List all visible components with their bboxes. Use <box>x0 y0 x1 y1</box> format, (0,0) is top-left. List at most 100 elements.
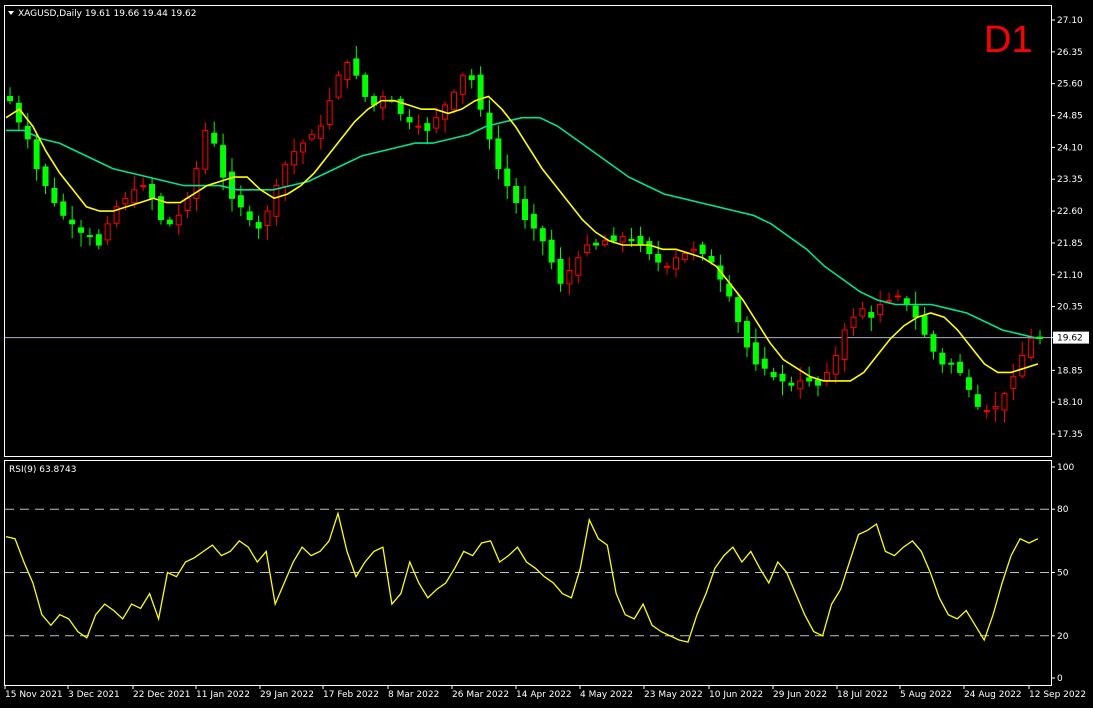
candle-body <box>362 74 369 97</box>
candle-body <box>610 235 617 242</box>
time-tick-label: 22 Dec 2021 <box>133 690 191 700</box>
candle-body <box>317 125 324 139</box>
candle-body <box>939 352 946 365</box>
candle-body <box>957 361 964 373</box>
candle-body <box>584 244 591 254</box>
candle-body <box>78 227 85 233</box>
candle-body <box>353 58 360 76</box>
candle-body <box>406 117 413 123</box>
candle-body <box>42 166 49 187</box>
candle-body <box>300 142 307 153</box>
candle-body <box>930 334 937 352</box>
candle-body <box>308 134 315 140</box>
rsi-indicator: 100 80 50 20 0 <box>5 463 1074 684</box>
candle-body <box>220 145 227 178</box>
time-tick-label: 15 Nov 2021 <box>5 690 63 700</box>
candle-body <box>237 195 244 208</box>
candle-body <box>619 236 626 243</box>
candle-body <box>859 308 866 317</box>
time-tick-label: 8 Mar 2022 <box>388 690 439 700</box>
candle-body <box>974 394 981 407</box>
candle-body <box>912 305 919 318</box>
candle-body <box>868 312 875 318</box>
candle-body <box>903 298 910 305</box>
time-axis: 15 Nov 2021 3 Dec 2021 22 Dec 2021 11 Jan 2… <box>4 685 1086 700</box>
candle-body <box>1019 354 1026 377</box>
candle-body <box>948 362 955 365</box>
time-tick-label: 4 May 2022 <box>580 690 633 700</box>
candle-body <box>1001 393 1008 411</box>
candle-body <box>246 211 253 221</box>
price-tick-label: 20.35 <box>1057 303 1083 313</box>
trading-chart[interactable]: 27.10 26.35 25.60 24.85 24.10 23.35 22.60 21.85… <box>0 0 1093 708</box>
price-tick-label: 24.10 <box>1057 143 1083 153</box>
candle-body <box>291 151 298 166</box>
candle-body <box>468 75 475 80</box>
candle-body <box>228 171 235 199</box>
candle-body <box>850 316 857 328</box>
candle-body <box>788 382 795 386</box>
candle-body <box>211 132 218 144</box>
slow-ma-line <box>6 116 1039 340</box>
candle-body <box>628 238 635 242</box>
candle-body <box>690 248 697 252</box>
price-tick-label: 18.85 <box>1057 366 1083 376</box>
candle-body <box>637 235 644 246</box>
rsi-tick-label: 80 <box>1057 505 1069 515</box>
candle-body <box>15 102 22 123</box>
candle-body <box>557 258 564 284</box>
candle-body <box>202 129 209 170</box>
time-tick-label: 17 Feb 2022 <box>323 690 379 700</box>
candle-body <box>539 228 546 242</box>
price-tick-label: 27.10 <box>1057 16 1083 26</box>
candle-body <box>131 189 138 204</box>
price-tick-label: 17.35 <box>1057 430 1083 440</box>
candle-body <box>477 74 484 110</box>
candles-series[interactable] <box>7 46 1043 423</box>
price-pane-frame <box>4 5 1052 457</box>
candle-body <box>1037 336 1043 339</box>
time-tick-label: 10 Jun 2022 <box>709 690 763 700</box>
time-tick-label: 3 Dec 2021 <box>68 690 120 700</box>
current-price-label: 19.62 <box>1057 334 1083 344</box>
candle-body <box>69 219 76 225</box>
rsi-tick-label: 0 <box>1057 674 1063 684</box>
candle-body <box>33 139 40 170</box>
menu-triangle-icon[interactable] <box>8 11 14 15</box>
candle-body <box>495 138 502 170</box>
candle-body <box>770 372 777 378</box>
candle-body <box>184 197 191 211</box>
candle-body <box>140 185 147 188</box>
candle-body <box>264 210 271 227</box>
candle-body <box>175 214 182 226</box>
candle-body <box>513 185 520 204</box>
candle-body <box>815 379 822 386</box>
rsi-tick-label: 50 <box>1057 569 1069 579</box>
candle-body <box>779 373 786 382</box>
rsi-label: RSI(9) 63.8743 <box>9 465 76 475</box>
candle-body <box>992 405 999 410</box>
candle-body <box>7 96 13 102</box>
time-tick-label: 5 Aug 2022 <box>900 690 952 700</box>
candle-body <box>415 125 422 128</box>
candle-body <box>797 380 804 390</box>
candle-body <box>655 253 662 263</box>
candle-body <box>255 222 262 229</box>
fast-ma-line <box>5 95 1039 382</box>
price-tick-label: 24.85 <box>1057 112 1083 122</box>
time-tick-label: 11 Jan 2022 <box>196 690 250 700</box>
candle-body <box>806 377 813 382</box>
price-tick-label: 18.10 <box>1057 398 1083 408</box>
candle-body <box>104 223 111 241</box>
candle-body <box>51 187 58 204</box>
candle-body <box>566 270 573 285</box>
price-tick-label: 23.35 <box>1057 175 1083 185</box>
candle-body <box>122 197 129 205</box>
candle-body <box>601 240 608 246</box>
candle-body <box>646 241 653 255</box>
rsi-line <box>5 510 1039 643</box>
candle-body <box>95 234 102 246</box>
candle-body <box>823 371 830 381</box>
price-tick-label: 25.60 <box>1057 80 1083 90</box>
symbol-info: XAGUSD,Daily 19.61 19.66 19.44 19.62 <box>18 9 197 19</box>
